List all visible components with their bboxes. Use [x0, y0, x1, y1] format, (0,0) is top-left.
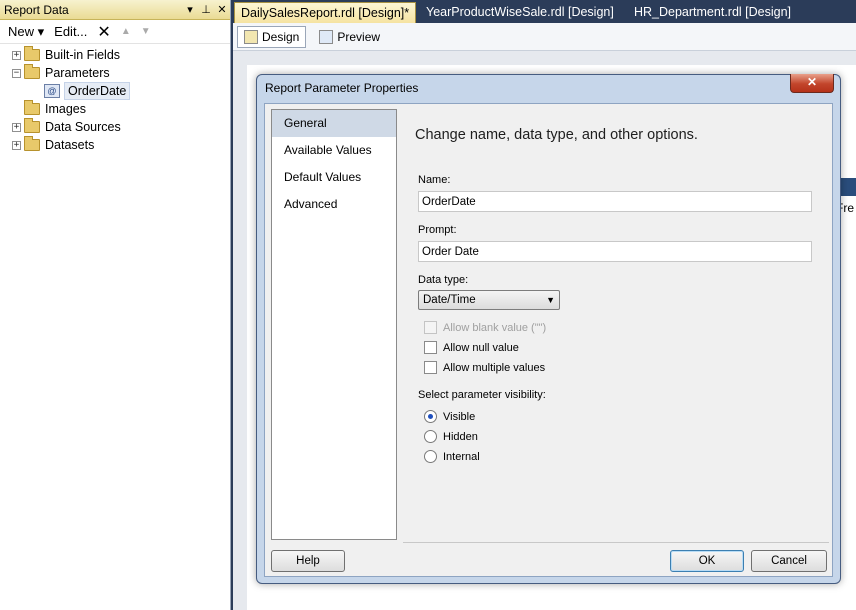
- expand-icon[interactable]: +: [12, 50, 21, 60]
- delete-icon[interactable]: ✕: [95, 22, 112, 42]
- allow-null-checkbox[interactable]: Allow null value: [424, 341, 519, 354]
- preview-tab-label: Preview: [337, 29, 381, 44]
- close-icon[interactable]: ✕: [214, 3, 230, 16]
- folder-icon: [24, 136, 40, 151]
- allow-blank-checkbox[interactable]: Allow blank value (""): [424, 321, 546, 334]
- design-icon: [244, 29, 258, 44]
- tree-item-label: Images: [45, 102, 86, 116]
- report-data-titlebar: Report Data ▾ ⊥ ✕: [0, 0, 230, 20]
- tree-item-parameters[interactable]: − Parameters: [0, 64, 230, 82]
- tree-item-orderdate[interactable]: @ OrderDate: [0, 82, 230, 100]
- folder-icon: [24, 118, 40, 133]
- dropdown-icon[interactable]: ▾: [182, 3, 198, 16]
- report-parameter-properties-dialog: Report Parameter Properties ✕ General Av…: [256, 74, 841, 584]
- tree-item-label: Parameters: [45, 66, 110, 80]
- document-tab-bar: DailySalesReport.rdl [Design]* YearProdu…: [232, 0, 856, 23]
- allow-multiple-checkbox[interactable]: Allow multiple values: [424, 361, 545, 374]
- design-preview-bar: Design Preview: [233, 23, 856, 51]
- tree-item-label: Datasets: [45, 138, 95, 152]
- radio-circle: [424, 410, 437, 423]
- folder-icon: [24, 46, 40, 61]
- dialog-body: General Available Values Default Values …: [264, 103, 833, 577]
- report-header-strip: [840, 178, 856, 196]
- checkbox-box: [424, 361, 437, 374]
- tab-design[interactable]: Design: [237, 25, 307, 48]
- checkbox-box: [424, 341, 437, 354]
- checkbox-box: [424, 321, 437, 334]
- tab-dailysalesreport[interactable]: DailySalesReport.rdl [Design]*: [234, 2, 417, 23]
- radio-label: Internal: [443, 450, 480, 463]
- move-up-icon[interactable]: ▲: [119, 26, 133, 37]
- expand-icon[interactable]: +: [12, 122, 21, 132]
- hidden-radio[interactable]: Hidden: [424, 430, 478, 443]
- expand-icon[interactable]: +: [12, 140, 21, 150]
- visible-radio[interactable]: Visible: [424, 410, 475, 423]
- footer-divider: [403, 542, 829, 543]
- move-down-icon[interactable]: ▼: [139, 26, 153, 37]
- tab-preview[interactable]: Preview: [312, 26, 387, 48]
- checkbox-label: Allow blank value (""): [443, 321, 547, 334]
- tree-item-data-sources[interactable]: + Data Sources: [0, 118, 230, 136]
- nav-default-values[interactable]: Default Values: [272, 164, 396, 191]
- report-data-tree: + Built-in Fields − Parameters @ OrderDa…: [0, 44, 230, 154]
- nav-general[interactable]: General: [272, 110, 396, 137]
- name-field[interactable]: [418, 191, 812, 212]
- page-heading: Change name, data type, and other option…: [415, 127, 698, 143]
- radio-dot: [428, 414, 433, 419]
- new-button[interactable]: New ▾: [6, 24, 46, 40]
- tree-item-label: OrderDate: [64, 82, 131, 100]
- preview-icon: [319, 29, 334, 44]
- help-button[interactable]: Help: [271, 550, 345, 572]
- nav-advanced[interactable]: Advanced: [272, 191, 396, 218]
- checkbox-label: Allow null value: [443, 341, 519, 354]
- data-type-select[interactable]: Date/Time ▼: [418, 290, 560, 310]
- tree-item-label: Built-in Fields: [45, 48, 121, 62]
- dialog-nav-pane: General Available Values Default Values …: [271, 109, 397, 540]
- tree-item-datasets[interactable]: + Datasets: [0, 136, 230, 154]
- prompt-field[interactable]: [418, 241, 812, 262]
- radio-label: Visible: [443, 410, 476, 423]
- radio-label: Hidden: [443, 430, 478, 443]
- report-data-title: Report Data: [4, 2, 69, 17]
- design-tab-label: Design: [262, 29, 300, 44]
- tab-hr-department[interactable]: HR_Department.rdl [Design]: [628, 2, 797, 23]
- report-data-toolbar: New ▾ Edit... ✕ ▲ ▼: [0, 20, 230, 44]
- name-label: Name:: [418, 174, 451, 186]
- chevron-down-icon: ▼: [546, 295, 555, 305]
- parameter-icon: @: [44, 84, 60, 98]
- collapse-icon[interactable]: −: [12, 68, 21, 78]
- tab-yearproductwisesale[interactable]: YearProductWiseSale.rdl [Design]: [420, 2, 620, 23]
- folder-icon: [24, 100, 40, 115]
- visibility-label: Select parameter visibility:: [418, 389, 546, 401]
- open-folder-icon: [24, 64, 40, 79]
- tree-item-label: Data Sources: [45, 120, 121, 134]
- nav-available-values[interactable]: Available Values: [272, 137, 396, 164]
- radio-circle: [424, 430, 437, 443]
- report-data-panel: Report Data ▾ ⊥ ✕ New ▾ Edit... ✕ ▲ ▼ + …: [0, 0, 231, 610]
- general-page: Change name, data type, and other option…: [415, 104, 832, 544]
- internal-radio[interactable]: Internal: [424, 450, 480, 463]
- data-type-label: Data type:: [418, 274, 469, 286]
- tree-item-built-in-fields[interactable]: + Built-in Fields: [0, 46, 230, 64]
- tree-item-images[interactable]: Images: [0, 100, 230, 118]
- checkbox-label: Allow multiple values: [443, 361, 546, 374]
- close-button[interactable]: ✕: [790, 74, 834, 93]
- pin-icon[interactable]: ⊥: [198, 3, 214, 16]
- data-type-value: Date/Time: [423, 294, 476, 306]
- dialog-title: Report Parameter Properties: [265, 81, 419, 95]
- cancel-button[interactable]: Cancel: [751, 550, 827, 572]
- radio-circle: [424, 450, 437, 463]
- ok-button[interactable]: OK: [670, 550, 744, 572]
- prompt-label: Prompt:: [418, 224, 457, 236]
- edit-button[interactable]: Edit...: [52, 24, 89, 39]
